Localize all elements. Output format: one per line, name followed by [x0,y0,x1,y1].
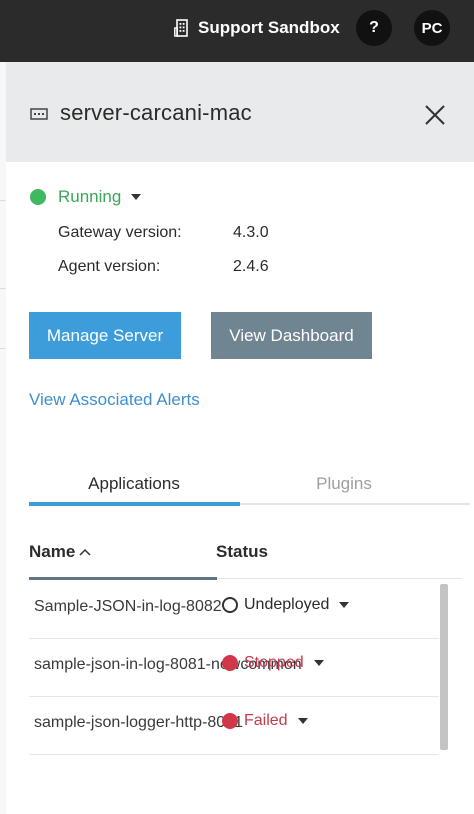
tab-plugins[interactable]: Plugins [239,464,449,506]
application-name[interactable]: Sample-JSON-in-log-8082 [34,598,222,616]
server-icon [30,108,48,120]
gateway-version-value: 4.3.0 [233,224,269,241]
manage-server-button[interactable]: Manage Server [29,312,181,359]
application-status-dropdown[interactable]: Stopped [222,654,324,672]
application-status: Failed [244,712,288,729]
scrollbar[interactable] [440,584,448,750]
caret-down-icon [297,718,308,724]
agent-version-value: 2.4.6 [233,258,269,275]
status-indicator [222,713,238,729]
table-row[interactable]: sample-json-in-log-8081-newcommon Stoppe… [29,639,439,697]
status-text: Running [58,187,122,206]
chevron-up-icon [79,548,91,556]
caret-down-icon [313,660,324,666]
status-indicator [222,655,238,671]
application-status: Undeployed [244,596,330,613]
caret-down-icon [131,194,142,200]
application-status-dropdown[interactable]: Failed [222,712,308,730]
agent-version-label: Agent version: [58,258,161,275]
gateway-version-label: Gateway version: [58,224,182,241]
column-header-status[interactable]: Status [216,542,268,562]
sorted-column-indicator [29,577,217,580]
close-icon[interactable] [422,102,448,128]
header-divider [217,578,462,579]
tab-active-indicator [29,502,240,506]
status-indicator [30,189,46,205]
view-alerts-link[interactable]: View Associated Alerts [29,390,200,410]
top-navigation-bar: Support Sandbox ? PC [0,0,474,62]
tab-bar: Applications Plugins [29,464,470,506]
tab-applications[interactable]: Applications [29,464,239,506]
building-icon [174,19,188,37]
application-status: Stopped [244,654,304,671]
user-avatar[interactable]: PC [414,10,450,46]
column-header-name[interactable]: Name [29,542,91,562]
application-name[interactable]: sample-json-logger-http-8081 [34,714,243,732]
status-indicator [222,597,238,613]
server-status-dropdown[interactable]: Running [30,187,142,207]
table-row[interactable]: Sample-JSON-in-log-8082 Undeployed [29,581,439,639]
help-button[interactable]: ? [356,10,392,46]
panel-header: server-carcani-mac [6,62,474,162]
table-row[interactable]: sample-json-logger-http-8081 Failed [29,697,439,755]
application-status-dropdown[interactable]: Undeployed [222,596,350,614]
server-name: server-carcani-mac [60,100,252,125]
view-dashboard-button[interactable]: View Dashboard [211,312,372,359]
caret-down-icon [339,602,350,608]
column-header-name-label: Name [29,542,76,561]
org-switcher[interactable]: Support Sandbox [174,18,340,38]
org-name: Support Sandbox [198,18,340,37]
server-detail-panel: server-carcani-mac Running Gateway versi… [6,62,474,814]
